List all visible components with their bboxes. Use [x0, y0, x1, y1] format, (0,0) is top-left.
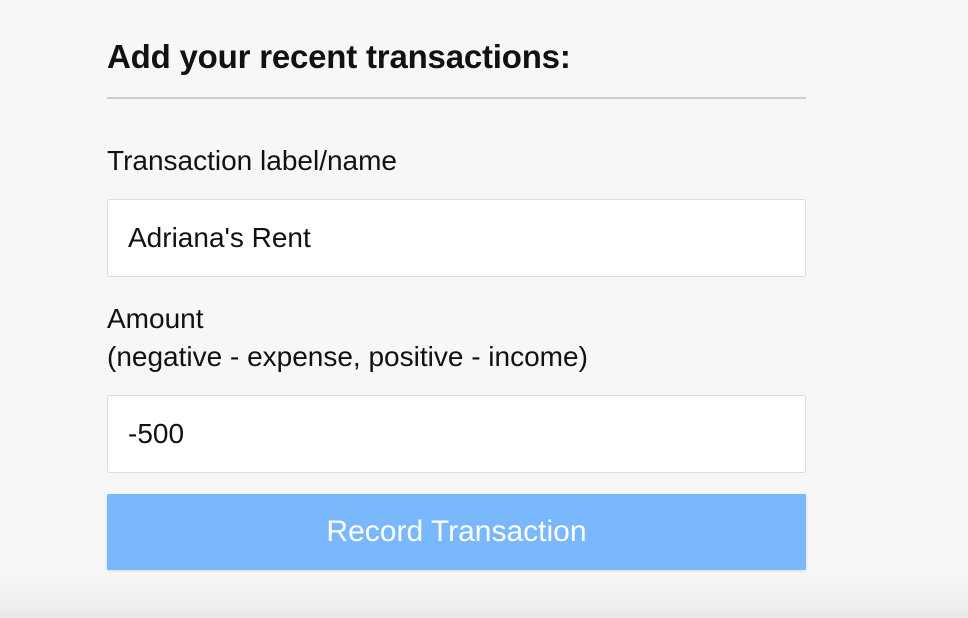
amount-label-group: Amount (negative - expense, positive - i…: [107, 300, 588, 376]
amount-label: Amount: [107, 303, 204, 334]
transaction-name-input[interactable]: [107, 199, 806, 277]
record-transaction-button[interactable]: Record Transaction: [107, 494, 806, 570]
amount-hint: (negative - expense, positive - income): [107, 341, 588, 372]
transaction-name-label: Transaction label/name: [107, 145, 398, 176]
bottom-shadow: [0, 572, 968, 618]
amount-input[interactable]: [107, 395, 806, 473]
title-divider: [107, 97, 806, 99]
form-title: Add your recent transactions:: [107, 38, 571, 75]
